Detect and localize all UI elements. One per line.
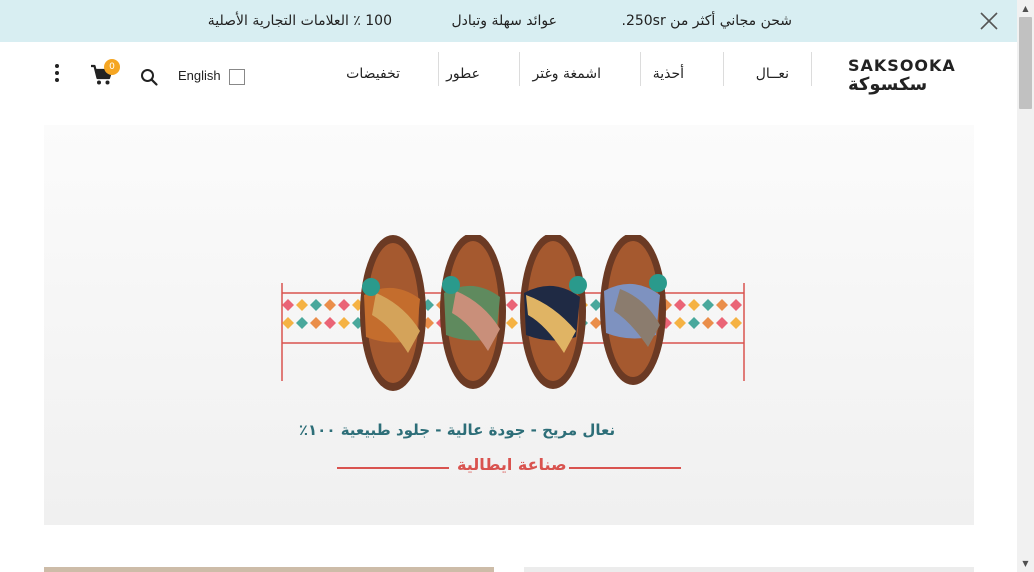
nav-item-perfumes[interactable]: عطور — [446, 66, 480, 82]
scroll-thumb[interactable] — [1019, 17, 1032, 109]
promo-message-original-brands: 100 ٪ العلامات التجارية الأصلية — [207, 13, 392, 29]
page-scrollbar[interactable]: ▲ ▼ — [1017, 0, 1034, 572]
nav-item-shoes[interactable]: أحذية — [653, 66, 684, 82]
page: 100 ٪ العلامات التجارية الأصلية عوائد سه… — [0, 0, 1034, 572]
nav-item-sandals[interactable]: نعــال — [756, 66, 789, 82]
hero-tagline: نعال مريح - جودة عالية - جلود طبيعية ١٠٠… — [298, 421, 616, 439]
hero-sandals-image — [281, 235, 745, 391]
language-switch-label[interactable]: English — [178, 68, 221, 83]
site-logo[interactable]: SAKSOOKA سكسوكة — [848, 56, 955, 96]
cart-count-badge: 0 — [104, 59, 120, 75]
logo-arabic-text: سكسوكة — [848, 74, 928, 95]
logo-latin-text: SAKSOOKA — [848, 56, 956, 75]
scroll-up-arrow-icon[interactable]: ▲ — [1017, 0, 1034, 17]
decorative-line — [337, 467, 449, 469]
nav-divider — [438, 52, 439, 86]
promo-message-free-shipping: شحن مجاني أكثر من 250sr. — [621, 13, 793, 29]
more-vertical-icon[interactable] — [52, 64, 62, 86]
promo-message-easy-returns: عوائد سهلة وتبادل — [451, 13, 558, 29]
nav-divider — [519, 52, 520, 86]
hero-made-in: صناعة ايطالية — [44, 455, 974, 479]
decorative-line — [569, 467, 681, 469]
nav-divider — [811, 52, 812, 86]
close-icon[interactable] — [978, 10, 1000, 32]
category-tile[interactable] — [524, 567, 974, 572]
nav-item-shemaghs[interactable]: اشمغة وغتر — [533, 66, 601, 82]
hero-banner[interactable]: نعال مريح - جودة عالية - جلود طبيعية ١٠٠… — [44, 125, 974, 525]
language-checkbox[interactable] — [229, 69, 245, 85]
made-in-italy-text: صناعة ايطالية — [457, 455, 567, 474]
category-tile[interactable] — [44, 567, 494, 572]
nav-divider — [640, 52, 641, 86]
nav-divider — [723, 52, 724, 86]
promo-bar: 100 ٪ العلامات التجارية الأصلية عوائد سه… — [0, 0, 1017, 42]
site-header: SAKSOOKA سكسوكة نعــال أحذية اشمغة وغتر … — [0, 42, 1017, 108]
nav-item-sale[interactable]: تخفيضات — [346, 66, 400, 82]
search-icon[interactable] — [139, 67, 159, 87]
scroll-down-arrow-icon[interactable]: ▼ — [1017, 555, 1034, 572]
